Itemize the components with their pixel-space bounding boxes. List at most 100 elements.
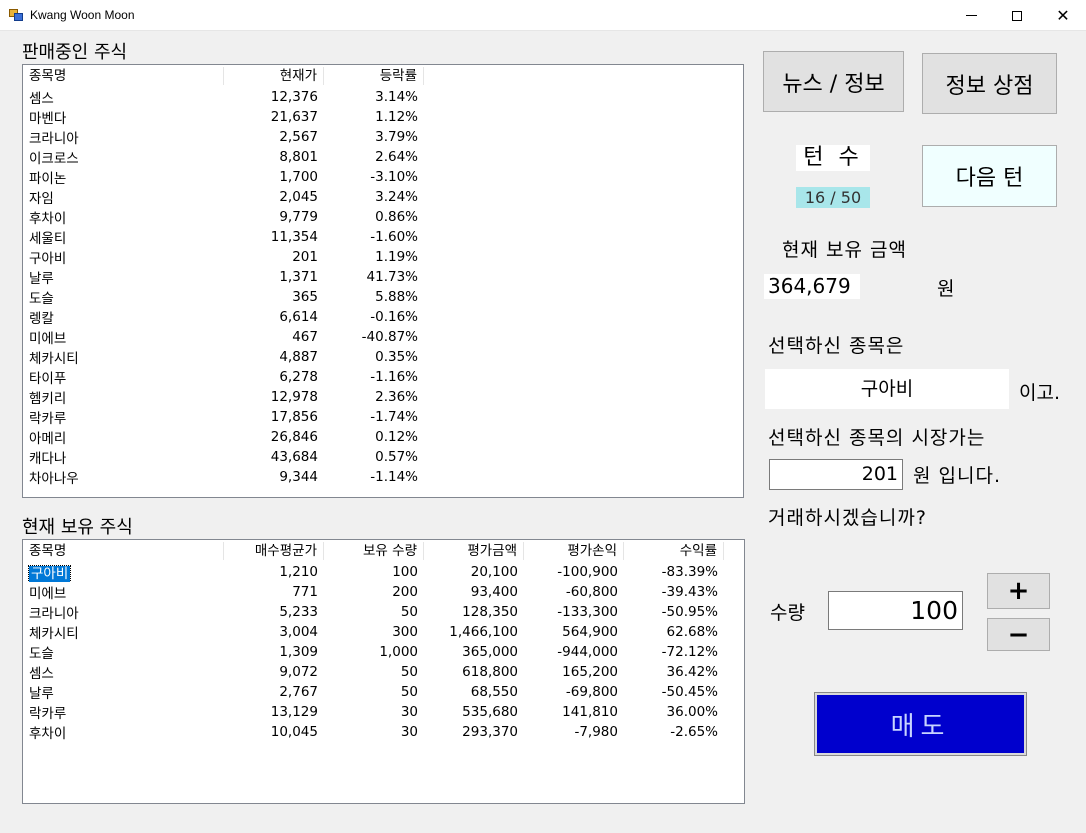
holdings-cell: 2,767 <box>279 684 318 700</box>
holdings-cell: -39.43% <box>661 584 718 600</box>
minimize-button[interactable] <box>948 0 994 31</box>
market-cell: 3.24% <box>375 189 418 205</box>
market-cell: 마벤다 <box>29 111 67 127</box>
holdings-cell: 771 <box>292 584 318 600</box>
title-bar: Kwang Woon Moon ✕ <box>0 0 1086 31</box>
market-cell: 2.36% <box>375 389 418 405</box>
market-cell: 0.35% <box>375 349 418 365</box>
holdings-column-header[interactable]: 보유 수량 <box>324 542 424 560</box>
holdings-row[interactable]: 구아비 1,210 100 20,100 -100,900 -83.39% <box>23 562 744 582</box>
market-row[interactable]: 차아나우 9,344 -1.14% <box>23 467 743 487</box>
holdings-cell: 1,210 <box>279 564 318 580</box>
holdings-cell: 5,233 <box>279 604 318 620</box>
market-cell: -1.16% <box>370 369 418 385</box>
holdings-cell: 3,004 <box>279 624 318 640</box>
holdings-column-header[interactable]: 수익률 <box>624 542 724 560</box>
holdings-column-header[interactable]: 평가금액 <box>424 542 524 560</box>
market-row[interactable]: 셈스 12,376 3.14% <box>23 87 743 107</box>
holdings-column-header[interactable]: 평가손익 <box>524 542 624 560</box>
holdings-cell: 365,000 <box>462 644 518 660</box>
market-row[interactable]: 타이푸 6,278 -1.16% <box>23 367 743 387</box>
holdings-cell: 구아비 <box>23 562 224 582</box>
market-cell: 세울티 <box>29 231 67 247</box>
market-column-header[interactable]: 종목명 <box>23 67 224 85</box>
market-row[interactable]: 렝칼 6,614 -0.16% <box>23 307 743 327</box>
holdings-row[interactable]: 후차이 10,045 30 293,370 -7,980 -2.65% <box>23 722 744 742</box>
holdings-cell: 293,370 <box>462 724 518 740</box>
holdings-row[interactable]: 크라니아 5,233 50 128,350 -133,300 -50.95% <box>23 602 744 622</box>
market-cell: 8,801 <box>279 149 318 165</box>
maximize-icon <box>1012 10 1022 21</box>
quantity-decrease-button[interactable]: − <box>987 618 1050 651</box>
holdings-row[interactable]: 체카시티 3,004 300 1,466,100 564,900 62.68% <box>23 622 744 642</box>
market-row[interactable]: 날루 1,371 41.73% <box>23 267 743 287</box>
trade-question: 거래하시겠습니까? <box>768 507 927 529</box>
holdings-cell: 36.00% <box>666 704 718 720</box>
app-icon <box>9 9 23 21</box>
holdings-row[interactable]: 락카루 13,129 30 535,680 141,810 36.00% <box>23 702 744 722</box>
market-column-header[interactable]: 현재가 <box>224 67 324 85</box>
holdings-cell: -2.65% <box>670 724 718 740</box>
selected-stock-name: 구아비 <box>765 369 1009 409</box>
window-title: Kwang Woon Moon <box>30 8 135 22</box>
market-cell: 12,376 <box>270 89 318 105</box>
holdings-cell: 128,350 <box>462 604 518 620</box>
sell-button[interactable]: 매도 <box>814 692 1027 756</box>
holdings-cell: 300 <box>392 624 418 640</box>
market-row[interactable]: 후차이 9,779 0.86% <box>23 207 743 227</box>
market-row[interactable]: 파이논 1,700 -3.10% <box>23 167 743 187</box>
market-row[interactable]: 아메리 26,846 0.12% <box>23 427 743 447</box>
holdings-row[interactable]: 날루 2,767 50 68,550 -69,800 -50.45% <box>23 682 744 702</box>
market-row[interactable]: 자임 2,045 3.24% <box>23 187 743 207</box>
market-cell: 0.86% <box>375 209 418 225</box>
holdings-section-label: 현재 보유 주식 <box>22 517 133 538</box>
market-row[interactable]: 구아비 201 1.19% <box>23 247 743 267</box>
market-row[interactable]: 캐다나 43,684 0.57% <box>23 447 743 467</box>
turn-label: 턴 수 <box>796 145 870 171</box>
market-stock-list[interactable]: 종목명 현재가 등락률 셈스 12,376 3.14% 마벤다 21,637 1.12% 크라니… <box>22 64 744 498</box>
market-row[interactable]: 헴키리 12,978 2.36% <box>23 387 743 407</box>
market-cell: 17,856 <box>270 409 318 425</box>
market-list-header: 종목명 현재가 등락률 <box>23 65 743 87</box>
market-row[interactable]: 이크로스 8,801 2.64% <box>23 147 743 167</box>
holdings-cell: -72.12% <box>661 644 718 660</box>
market-row[interactable]: 세울티 11,354 -1.60% <box>23 227 743 247</box>
quantity-input[interactable] <box>828 591 963 630</box>
market-row[interactable]: 락카루 17,856 -1.74% <box>23 407 743 427</box>
holdings-row[interactable]: 도슬 1,309 1,000 365,000 -944,000 -72.12% <box>23 642 744 662</box>
holdings-row[interactable]: 미에브 771 200 93,400 -60,800 -39.43% <box>23 582 744 602</box>
market-row[interactable]: 마벤다 21,637 1.12% <box>23 107 743 127</box>
market-cell: 21,637 <box>270 109 318 125</box>
selected-stock-suffix: 이고. <box>1019 382 1060 404</box>
holdings-cell: 200 <box>392 584 418 600</box>
market-cell: 6,278 <box>279 369 318 385</box>
quantity-increase-button[interactable]: + <box>987 573 1050 609</box>
holdings-cell: 13,129 <box>270 704 318 720</box>
holdings-row[interactable]: 셈스 9,072 50 618,800 165,200 36.42% <box>23 662 744 682</box>
maximize-button[interactable] <box>994 0 1040 31</box>
market-cell: -0.16% <box>370 309 418 325</box>
turn-count: 16 / 50 <box>796 187 870 208</box>
market-row[interactable]: 미에브 467 -40.87% <box>23 327 743 347</box>
market-cell: -40.87% <box>361 329 418 345</box>
quantity-label: 수량 <box>770 602 805 624</box>
holdings-cell: 미에브 <box>29 586 67 602</box>
market-cell: 자임 <box>29 191 54 207</box>
news-info-button[interactable]: 뉴스 / 정보 <box>763 51 904 112</box>
market-cell: 아메리 <box>29 431 67 447</box>
holdings-cell: 100 <box>392 564 418 580</box>
market-row[interactable]: 체카시티 4,887 0.35% <box>23 347 743 367</box>
holdings-cell: 체카시티 <box>29 626 79 642</box>
market-row[interactable]: 크라니아 2,567 3.79% <box>23 127 743 147</box>
holdings-column-header[interactable]: 종목명 <box>23 542 224 560</box>
market-price-suffix: 원 입니다. <box>913 465 1001 487</box>
info-shop-button[interactable]: 정보 상점 <box>922 53 1057 114</box>
holdings-column-header[interactable]: 매수평균가 <box>224 542 324 560</box>
selected-stock-highlight: 구아비 <box>27 565 72 582</box>
close-button[interactable]: ✕ <box>1040 0 1086 31</box>
market-row[interactable]: 도슬 365 5.88% <box>23 287 743 307</box>
market-column-header[interactable]: 등락률 <box>324 67 424 85</box>
market-cell: 6,614 <box>279 309 318 325</box>
holdings-stock-list[interactable]: 종목명 매수평균가 보유 수량 평가금액 평가손익 수익률 구아비 1,210 100 20,1… <box>22 539 745 804</box>
next-turn-button[interactable]: 다음 턴 <box>922 145 1057 207</box>
